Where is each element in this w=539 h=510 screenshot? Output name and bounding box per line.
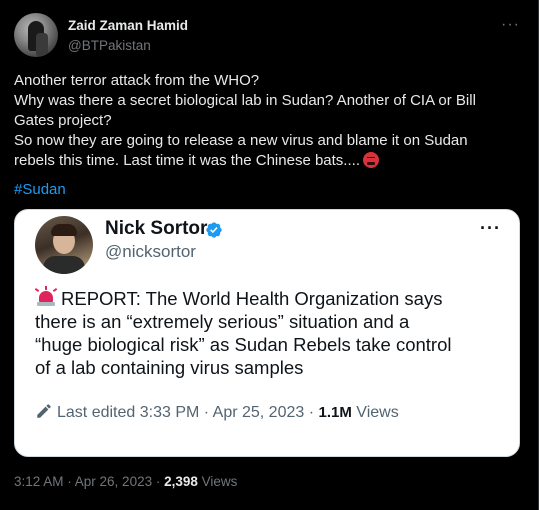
angry-face-icon	[362, 152, 379, 168]
quoted-line: “huge biological risk” as Sudan Rebels t…	[35, 334, 452, 355]
quoted-author-name[interactable]: Nick Sortor	[105, 218, 207, 240]
quoted-line: there is an “extremely serious” situatio…	[35, 311, 410, 332]
tweet-line: Why was there a secret biological lab in…	[14, 92, 476, 109]
quoted-tweet-meta: Last edited 3:33 PM · Apr 25, 2023 · 1.1…	[35, 402, 399, 422]
quoted-line-text: REPORT: The World Health Organization sa…	[61, 288, 443, 309]
tweet-line: So now they are going to release a new v…	[14, 132, 468, 149]
more-options-icon[interactable]: ···	[501, 16, 520, 34]
views-count: 2,398	[164, 474, 198, 489]
tweet-timestamp[interactable]: 3:12 AM · Apr 26, 2023 ·	[14, 474, 164, 489]
quoted-line-first: REPORT: The World Health Organization sa…	[34, 286, 515, 310]
tweet-line-last: rebels this time. Last time it was the C…	[14, 151, 524, 171]
tweet-line: Another terror attack from the WHO?	[14, 72, 260, 89]
author-handle[interactable]: @BTPakistan	[68, 38, 151, 53]
quoted-tweet[interactable]: Nick Sortor @nicksortor ··· REPORT: The …	[14, 209, 520, 457]
quoted-views-count: 1.1M	[318, 404, 352, 421]
quoted-views-label: Views	[351, 404, 399, 421]
author-avatar[interactable]	[14, 13, 58, 57]
tweet-line-text: rebels this time. Last time it was the C…	[14, 152, 360, 169]
quoted-line: of a lab containing virus samples	[35, 357, 304, 378]
hashtag-link[interactable]: #Sudan	[14, 181, 66, 198]
tweet-text: Another terror attack from the WHO? Why …	[14, 71, 524, 171]
quoted-author-handle[interactable]: @nicksortor	[105, 242, 196, 262]
quoted-author-avatar[interactable]	[35, 216, 93, 274]
quoted-tweet-text: REPORT: The World Health Organization sa…	[34, 286, 515, 379]
tweet: Zaid Zaman Hamid @BTPakistan ··· Another…	[0, 0, 539, 510]
author-name[interactable]: Zaid Zaman Hamid	[68, 18, 188, 33]
views-label: Views	[197, 474, 238, 489]
last-edited-text[interactable]: Last edited 3:33 PM · Apr 25, 2023 ·	[57, 404, 319, 421]
rotating-light-icon	[34, 286, 58, 307]
tweet-footer: 3:12 AM · Apr 26, 2023 · 2,398 Views	[14, 474, 237, 489]
verified-badge-icon	[206, 222, 222, 238]
pencil-icon	[37, 404, 51, 418]
tweet-line: Gates project?	[14, 112, 112, 129]
quoted-more-options-icon[interactable]: ···	[480, 218, 501, 239]
